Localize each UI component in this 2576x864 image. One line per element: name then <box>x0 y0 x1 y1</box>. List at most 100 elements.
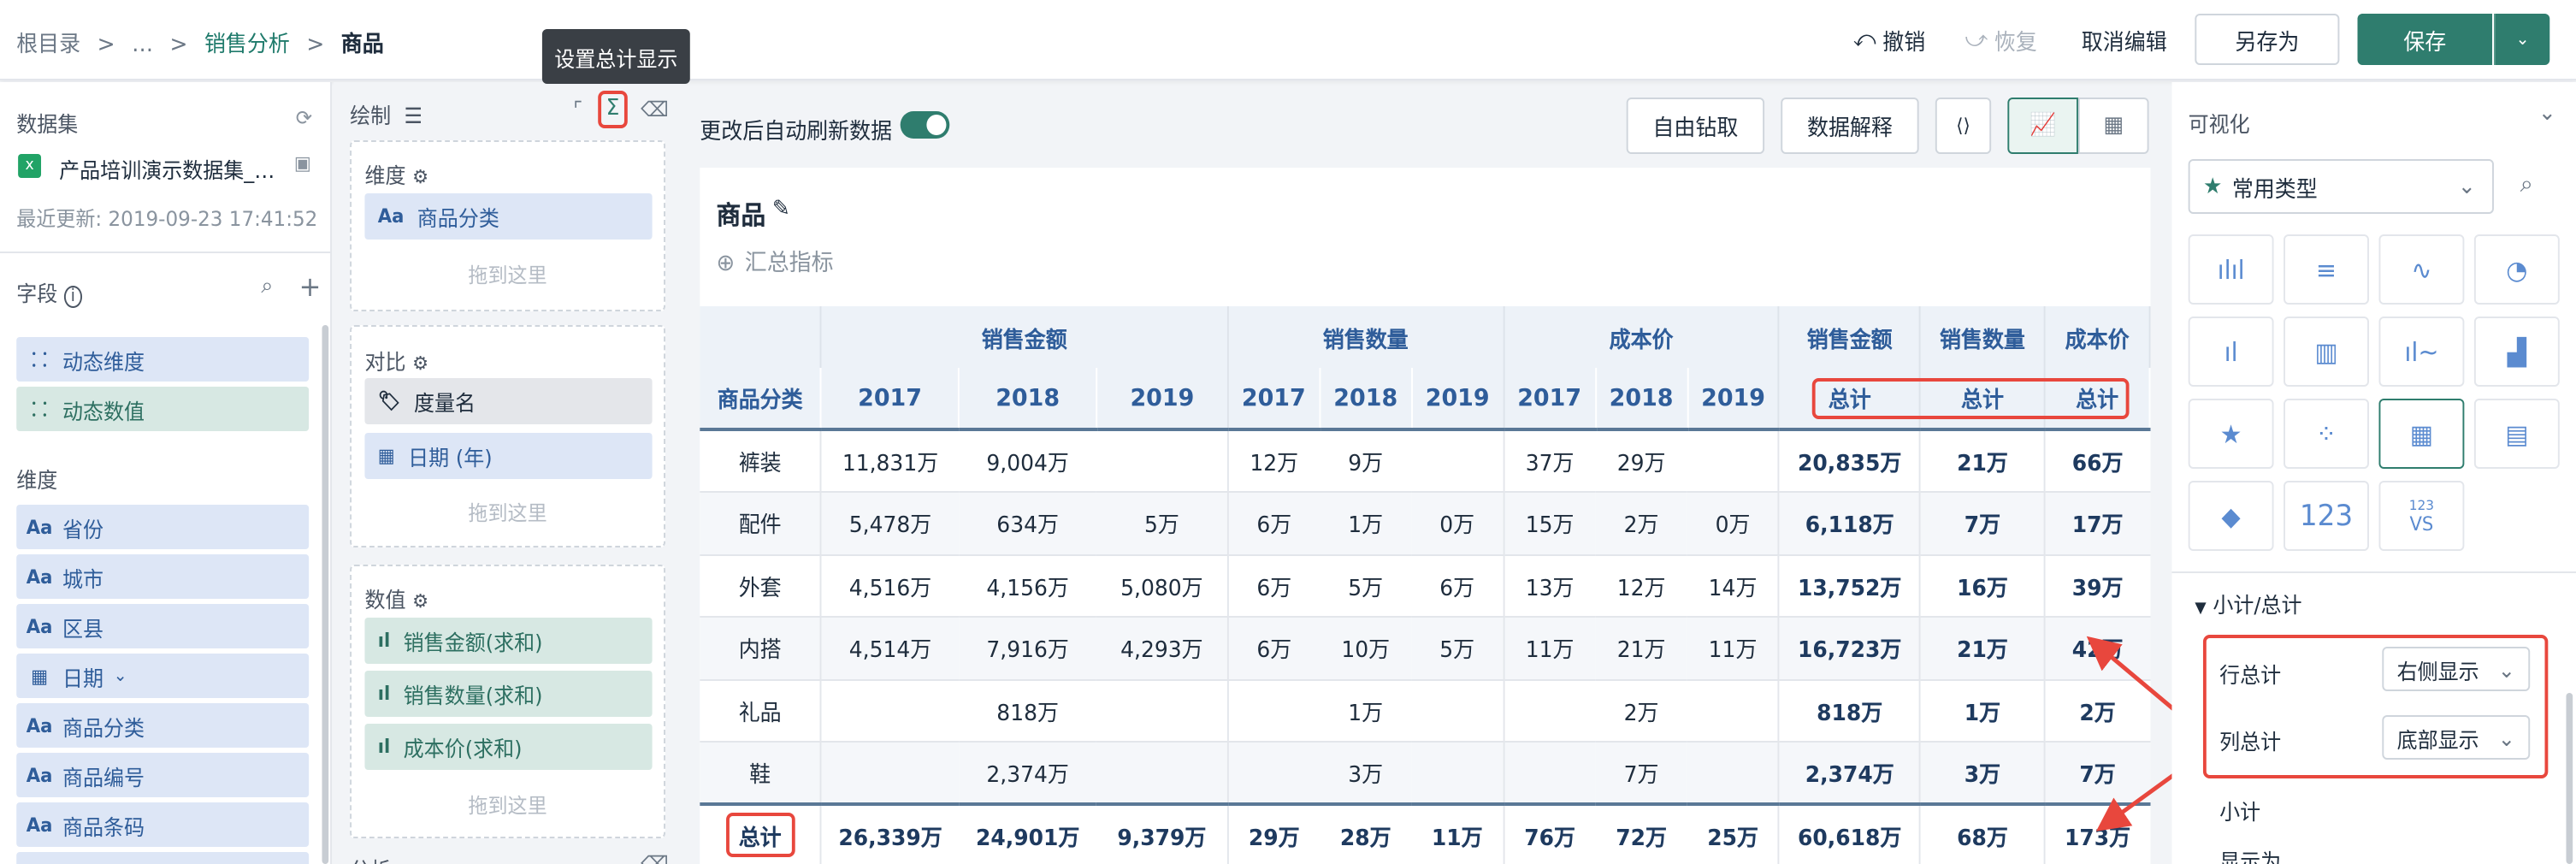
chart-type-select[interactable]: ★ 常用类型 ⌄ <box>2188 159 2494 214</box>
breadcrumb-ellipsis[interactable]: … <box>132 33 153 58</box>
summary-metric[interactable]: ⊕ 汇总指标 <box>717 243 834 277</box>
search-icon[interactable]: ⌕ <box>2520 171 2533 198</box>
gear-icon[interactable]: ⚙ <box>412 590 428 612</box>
combo-chart-icon[interactable]: ıl~ <box>2378 317 2465 387</box>
treemap-chart-icon[interactable]: ▤ <box>2473 399 2560 469</box>
table-chart-icon[interactable]: ▦ <box>2378 399 2465 469</box>
gear-icon[interactable]: ⚙ <box>412 166 428 188</box>
column-header[interactable]: 2018 <box>1320 368 1413 431</box>
dynamic-field[interactable]: ⸬ 动态数值 <box>16 387 310 431</box>
text-type-icon: Aa <box>26 814 53 836</box>
cancel-edit-button[interactable]: 取消编辑 <box>2070 14 2178 65</box>
dimension-pill[interactable]: Aa 商品分类 <box>364 193 653 240</box>
row-header[interactable]: 商品分类 <box>700 368 822 431</box>
chart-title[interactable]: 商品 <box>717 197 766 233</box>
column-header[interactable]: 2017 <box>1503 368 1597 431</box>
dataset-name[interactable]: 产品培训演示数据集_… <box>59 152 275 185</box>
table-cell <box>1687 429 1781 493</box>
undo-button[interactable]: ⤺ 撤销 <box>1840 14 1938 65</box>
save-as-button[interactable]: 另存为 <box>2195 14 2340 65</box>
dynamic-field[interactable]: ⸬ 动态维度 <box>16 337 310 382</box>
field-item[interactable]: Aa 商品分类 <box>16 703 310 748</box>
column-group-header[interactable]: 销售金额 <box>1779 306 1922 368</box>
redo-button[interactable]: ⤻ 恢复 <box>1952 14 2050 65</box>
drop-zone[interactable]: 拖到这里 <box>350 790 665 820</box>
column-header[interactable]: 2019 <box>1411 368 1504 431</box>
drop-zone[interactable]: 拖到这里 <box>350 498 665 527</box>
refresh-icon[interactable]: ⟳ <box>296 106 312 130</box>
collapse-icon[interactable]: ⌄ <box>2538 101 2556 127</box>
field-item[interactable]: Aa 商品条码 <box>16 802 310 847</box>
compare-pill-measure[interactable]: 🏷 度量名 <box>364 378 653 424</box>
column-group-header[interactable]: 销售数量 <box>1227 306 1504 368</box>
waterfall-chart-icon[interactable]: ▟ <box>2473 317 2560 387</box>
eraser-icon[interactable]: ⌫ <box>641 98 669 121</box>
preview-icon[interactable]: ▣ <box>294 152 311 175</box>
column-header[interactable]: 2017 <box>1227 368 1320 431</box>
row-label[interactable]: 外套 <box>700 554 822 618</box>
save-dropdown-button[interactable]: ⌄ <box>2493 14 2550 65</box>
field-item[interactable]: ▦ 日期 ⌄ <box>16 654 310 698</box>
table-view-icon[interactable]: ▦ <box>2077 98 2149 154</box>
field-item[interactable]: Aa 商品编号 <box>16 753 310 797</box>
code-icon[interactable]: ⟨⟩ <box>1935 98 1992 154</box>
drop-zone[interactable]: 拖到这里 <box>350 260 665 289</box>
row-label[interactable]: 鞋 <box>700 742 822 805</box>
column-header[interactable]: 2019 <box>1096 368 1229 431</box>
left-scrollbar[interactable] <box>322 325 329 864</box>
line-chart-icon[interactable]: ∿ <box>2378 234 2465 305</box>
bar-chart-icon[interactable]: ≡ <box>2284 234 2369 305</box>
row-label[interactable]: 礼品 <box>700 679 822 743</box>
column-group-header[interactable]: 销售金额 <box>821 306 1229 368</box>
field-item[interactable]: Aa 省份 <box>16 505 310 549</box>
value-pill-label: 销售数量(求和) <box>403 683 543 708</box>
chart-view-icon[interactable]: 📈 <box>2007 98 2078 154</box>
stacked-column-icon[interactable]: ▥ <box>2284 317 2369 387</box>
map-chart-icon[interactable]: ◆ <box>2188 481 2274 551</box>
column-chart-icon[interactable]: ılıl <box>2188 234 2274 305</box>
scatter-chart-icon[interactable]: ⁘ <box>2284 399 2369 469</box>
table-cell: 2万 <box>1595 679 1687 743</box>
save-button[interactable]: 保存 <box>2357 14 2493 65</box>
column-header[interactable]: 2019 <box>1687 368 1781 431</box>
value-pill[interactable]: ıl 销售金额(求和) <box>364 618 653 664</box>
settings-sliders-icon[interactable]: ☰ <box>405 103 423 128</box>
corner-icon[interactable]: ⌜ <box>573 98 582 121</box>
grouped-column-icon[interactable]: ıl <box>2188 317 2274 387</box>
column-header[interactable]: 2018 <box>959 368 1098 431</box>
subtotal-section-header[interactable]: ▼ 小计/总计 <box>2195 587 2301 619</box>
compare-pill-date[interactable]: ▦ 日期 (年) <box>364 433 653 479</box>
value-pill[interactable]: ıl 成本价(求和) <box>364 724 653 770</box>
field-item[interactable]: Aa商品名称 <box>16 852 310 864</box>
row-label[interactable]: 内搭 <box>700 617 822 680</box>
column-group-header[interactable]: 销售数量 <box>1920 306 2046 368</box>
column-group-header[interactable]: 成本价 <box>1503 306 1781 368</box>
field-item[interactable]: Aa 区县 <box>16 604 310 648</box>
column-group-header[interactable]: 成本价 <box>2044 306 2151 368</box>
right-scrollbar[interactable] <box>2566 693 2573 864</box>
row-label[interactable]: 配件 <box>700 492 822 555</box>
row-total-select[interactable]: 右侧显示 ⌄ <box>2382 647 2531 691</box>
col-total-select[interactable]: 底部显示 ⌄ <box>2382 715 2531 760</box>
compare-card-icon[interactable]: 123 VS <box>2378 481 2465 551</box>
free-drill-button[interactable]: 自由钻取 <box>1626 98 1765 154</box>
auto-refresh-toggle[interactable] <box>900 111 950 139</box>
radar-chart-icon[interactable]: ★ <box>2188 399 2274 469</box>
dimension-title: 维度 <box>16 467 58 493</box>
breadcrumb-parent[interactable]: 销售分析 <box>204 33 290 58</box>
sum-icon[interactable]: Σ <box>598 91 628 128</box>
add-icon[interactable]: + <box>299 270 322 303</box>
gear-icon[interactable]: ⚙ <box>412 352 428 375</box>
column-header[interactable]: 2017 <box>821 368 960 431</box>
breadcrumb-root[interactable]: 根目录 <box>16 33 80 58</box>
eraser-icon[interactable]: ⌫ <box>641 852 669 864</box>
pie-chart-icon[interactable]: ◔ <box>2473 234 2560 305</box>
number-card-icon[interactable]: 123 <box>2284 481 2369 551</box>
data-explain-button[interactable]: 数据解释 <box>1781 98 1919 154</box>
column-header[interactable]: 2018 <box>1595 368 1688 431</box>
search-icon[interactable]: ⌕ <box>261 274 273 299</box>
row-label[interactable]: 裤装 <box>700 429 822 493</box>
value-pill[interactable]: ıl 销售数量(求和) <box>364 671 653 717</box>
edit-icon[interactable]: ✎ <box>772 197 790 222</box>
field-item[interactable]: Aa 城市 <box>16 554 310 599</box>
